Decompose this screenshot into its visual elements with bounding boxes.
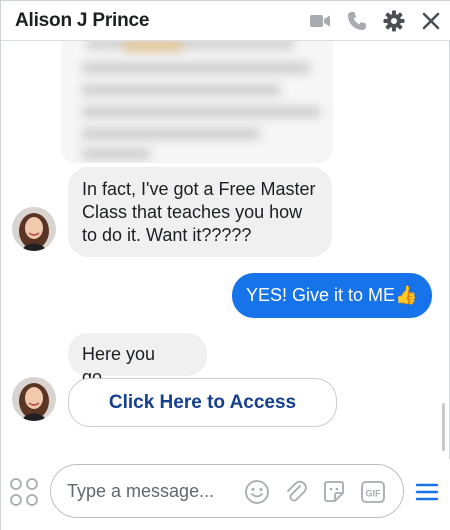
message-input-container[interactable]: GIF — [50, 464, 404, 518]
contact-name[interactable]: Alison J Prince — [15, 10, 149, 32]
message-bubble-outgoing[interactable]: YES! Give it to ME👍 — [232, 273, 432, 318]
access-button-label: Click Here to Access — [108, 392, 297, 413]
apps-icon[interactable] — [9, 477, 39, 507]
gif-icon[interactable]: GIF — [360, 479, 386, 505]
message-line: In fact, I've got a Free Master — [82, 179, 316, 199]
emoji-icon[interactable] — [244, 479, 270, 505]
video-camera-icon[interactable] — [308, 9, 332, 33]
thumbs-up-emoji: 👍 — [395, 285, 418, 305]
message-bubble-master-class[interactable]: In fact, I've got a Free Master Class th… — [68, 167, 332, 257]
blurred-image-message[interactable] — [61, 41, 333, 163]
gif-label: GIF — [366, 489, 382, 499]
phone-icon[interactable] — [345, 9, 369, 33]
sticker-icon[interactable] — [321, 479, 347, 505]
chat-header: Alison J Prince — [1, 1, 450, 41]
contact-avatar[interactable] — [12, 207, 56, 251]
close-icon[interactable] — [419, 9, 443, 33]
scrollbar-thumb[interactable] — [442, 403, 445, 451]
message-line: to do it. Want it????? — [82, 225, 252, 245]
attachment-icon[interactable] — [283, 479, 309, 505]
menu-icon[interactable] — [415, 480, 439, 504]
gear-icon[interactable] — [382, 9, 406, 33]
outgoing-message-text: YES! Give it to ME — [246, 285, 396, 305]
message-input[interactable] — [67, 481, 237, 502]
chat-window: Alison J Prince In fact, I've got a Free… — [0, 0, 450, 530]
message-line: Class that teaches you how — [82, 202, 303, 222]
contact-avatar[interactable] — [12, 377, 56, 421]
message-bubble-here-you-go[interactable]: Here you go... — [68, 333, 207, 387]
access-button[interactable]: Click Here to Access — [68, 378, 337, 427]
